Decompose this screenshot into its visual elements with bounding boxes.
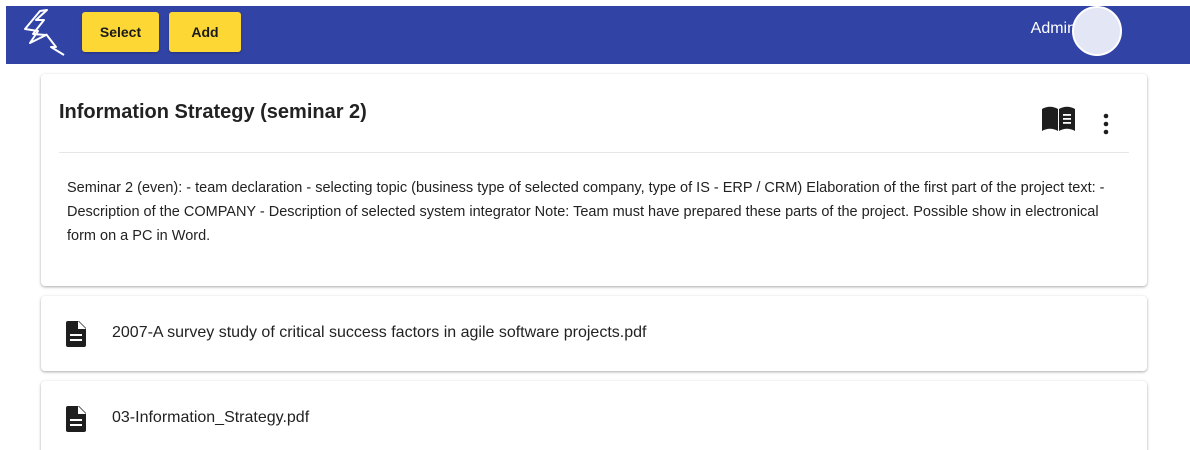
course-card: Information Strategy (seminar 2) Seminar… bbox=[41, 74, 1147, 286]
top-app-bar: Select Add Admin bbox=[6, 6, 1190, 64]
file-name[interactable]: 2007-A survey study of critical success … bbox=[112, 324, 646, 342]
lightning-bolt-icon[interactable] bbox=[22, 7, 74, 57]
more-vert-icon[interactable] bbox=[1099, 113, 1113, 135]
file-item[interactable]: 03-Information_Strategy.pdf bbox=[41, 381, 1147, 450]
user-name: Admin bbox=[1030, 20, 1076, 37]
divider bbox=[59, 152, 1129, 153]
file-document-icon bbox=[66, 321, 86, 347]
file-item[interactable]: 2007-A survey study of critical success … bbox=[41, 296, 1147, 371]
course-description: Seminar 2 (even): - team declaration - s… bbox=[67, 180, 1105, 244]
course-title: Information Strategy (seminar 2) bbox=[59, 101, 367, 123]
book-open-icon[interactable] bbox=[1041, 106, 1076, 132]
add-button[interactable]: Add bbox=[169, 12, 241, 52]
select-button[interactable]: Select bbox=[82, 12, 159, 52]
file-document-icon bbox=[66, 406, 86, 432]
avatar[interactable] bbox=[1072, 6, 1122, 56]
file-name[interactable]: 03-Information_Strategy.pdf bbox=[112, 409, 309, 427]
